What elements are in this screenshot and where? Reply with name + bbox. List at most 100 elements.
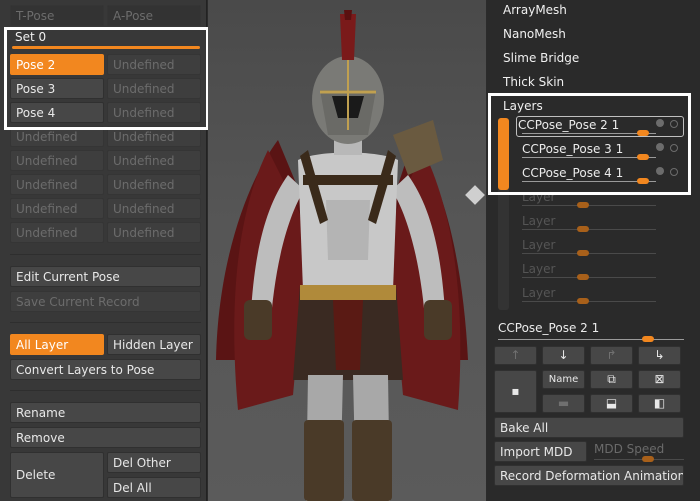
pose-4-value[interactable]: Undefined — [107, 102, 201, 123]
move-up-button[interactable]: ↑ — [494, 346, 537, 365]
del-other-button[interactable]: Del Other — [107, 452, 201, 473]
delete-button[interactable]: Delete — [10, 452, 104, 498]
delete-icon: ⊠ — [654, 372, 665, 386]
layer-slider-knob[interactable] — [637, 154, 649, 160]
pose-4-button[interactable]: Pose 4 — [10, 102, 104, 123]
duplicate-button[interactable]: ⧉ — [590, 370, 633, 389]
layer-slider-track[interactable] — [522, 277, 656, 278]
layer-options-button[interactable]: ◧ — [638, 394, 681, 413]
undefined-slot[interactable]: Undefined — [107, 198, 201, 219]
layers-scrollbar-thumb[interactable] — [498, 118, 509, 190]
empty-layer[interactable]: Layer — [522, 190, 555, 204]
undefined-slot[interactable]: Undefined — [107, 222, 201, 243]
edit-current-pose-button[interactable]: Edit Current Pose — [10, 266, 201, 287]
curved-arrow-icon: ↱ — [606, 348, 617, 362]
layer-slider-track[interactable] — [522, 181, 656, 182]
save-current-record-button[interactable]: Save Current Record — [10, 291, 201, 312]
layer-name: CCPose_Pose 3 — [522, 142, 612, 156]
layer-name: CCPose_Pose 4 — [522, 166, 612, 180]
merge-down-button[interactable]: ▬ — [542, 394, 585, 413]
del-all-button[interactable]: Del All — [107, 477, 201, 498]
layer-slider-knob[interactable] — [577, 274, 589, 280]
t-pose-button[interactable]: T-Pose — [10, 5, 104, 26]
import-mdd-button[interactable]: Import MDD — [494, 441, 587, 462]
menu-nanomesh[interactable]: NanoMesh — [503, 27, 566, 41]
pose-2-button[interactable]: Pose 2 — [10, 54, 104, 75]
pose-3-value[interactable]: Undefined — [107, 78, 201, 99]
layer-value: 1 — [611, 118, 620, 132]
remove-button[interactable]: Remove — [10, 427, 201, 448]
split-icon: ⬓ — [605, 396, 618, 410]
duplicate-icon: ⧉ — [607, 372, 616, 386]
split-layer-button[interactable]: ⬓ — [590, 394, 633, 413]
undefined-slot[interactable]: Undefined — [10, 198, 104, 219]
rename-button[interactable]: Rename — [10, 402, 201, 423]
layer-record-icon[interactable] — [656, 167, 664, 175]
a-pose-button[interactable]: A-Pose — [107, 5, 201, 26]
layer-visibility-icon[interactable] — [670, 144, 678, 152]
undefined-slot[interactable]: Undefined — [10, 222, 104, 243]
layer-slider-track[interactable] — [522, 157, 656, 158]
layer-slider-track[interactable] — [522, 253, 656, 254]
new-layer-icon: ▪ — [511, 384, 520, 398]
empty-layer[interactable]: Layer — [522, 262, 555, 276]
pose-panel: T-Pose A-Pose Set 0 Pose 2 Undefined Pos… — [0, 0, 207, 501]
pose-2-value[interactable]: Undefined — [107, 54, 201, 75]
layer-slider-track[interactable] — [522, 301, 656, 302]
layer-slider-knob[interactable] — [637, 178, 649, 184]
undefined-slot[interactable]: Undefined — [107, 150, 201, 171]
current-layer-label: CCPose_Pose 2 1 — [498, 321, 599, 335]
layer-slider-track[interactable] — [522, 229, 656, 230]
new-layer-button[interactable]: ▪ — [494, 370, 537, 413]
hidden-layer-button[interactable]: Hidden Layer — [107, 334, 201, 355]
undefined-slot[interactable]: Undefined — [107, 126, 201, 147]
delete-layer-button[interactable]: ⊠ — [638, 370, 681, 389]
layer-slider-knob[interactable] — [577, 226, 589, 232]
undefined-slot[interactable]: Undefined — [10, 150, 104, 171]
record-deformation-button[interactable]: Record Deformation Animation — [494, 465, 684, 486]
divider — [10, 322, 201, 323]
layer-name: CCPose_Pose 2 — [518, 118, 608, 132]
menu-thick-skin[interactable]: Thick Skin — [503, 75, 564, 89]
move-down-button[interactable]: ↓ — [542, 346, 585, 365]
name-button[interactable]: Name — [542, 370, 585, 389]
mdd-speed-slider-track[interactable] — [594, 459, 684, 460]
layer-visibility-icon[interactable] — [670, 120, 678, 128]
redirect-button[interactable]: ↱ — [590, 346, 633, 365]
empty-layer[interactable]: Layer — [522, 238, 555, 252]
convert-layers-button[interactable]: Convert Layers to Pose — [10, 359, 201, 380]
layer-slider-knob[interactable] — [577, 298, 589, 304]
layer-value: 1 — [615, 142, 624, 156]
layers-title[interactable]: Layers — [503, 99, 543, 113]
layer-visibility-icon[interactable] — [670, 168, 678, 176]
mdd-speed-slider-knob[interactable] — [642, 456, 654, 462]
empty-layer[interactable]: Layer — [522, 214, 555, 228]
layer-slider-track[interactable] — [522, 205, 656, 206]
all-layer-button[interactable]: All Layer — [10, 334, 104, 355]
layer-slider-track[interactable] — [522, 133, 656, 134]
undefined-slot[interactable]: Undefined — [10, 126, 104, 147]
empty-layer[interactable]: Layer — [522, 286, 555, 300]
current-layer-slider-track[interactable] — [498, 339, 684, 340]
current-layer-name: CCPose_Pose 2 — [498, 321, 588, 335]
layer-slider-knob[interactable] — [577, 250, 589, 256]
divider — [10, 390, 201, 391]
current-layer-slider-knob[interactable] — [642, 336, 654, 342]
layer-record-icon[interactable] — [656, 143, 664, 151]
undefined-slot[interactable]: Undefined — [107, 174, 201, 195]
arrow-up-icon: ↑ — [510, 348, 521, 362]
layer-slider-knob[interactable] — [577, 202, 589, 208]
set-slider[interactable] — [12, 46, 200, 49]
pose-3-button[interactable]: Pose 3 — [10, 78, 104, 99]
merge-icon: ▬ — [557, 396, 570, 410]
menu-slime-bridge[interactable]: Slime Bridge — [503, 51, 579, 65]
split-button[interactable]: ↳ — [638, 346, 681, 365]
layer-record-icon[interactable] — [656, 119, 664, 127]
spartan-figure-render — [216, 10, 468, 501]
layer-slider-knob[interactable] — [637, 130, 649, 136]
bake-all-button[interactable]: Bake All — [494, 417, 684, 438]
3d-viewport[interactable] — [208, 0, 486, 501]
layer-value: 1 — [615, 166, 624, 180]
undefined-slot[interactable]: Undefined — [10, 174, 104, 195]
menu-arraymesh[interactable]: ArrayMesh — [503, 3, 567, 17]
